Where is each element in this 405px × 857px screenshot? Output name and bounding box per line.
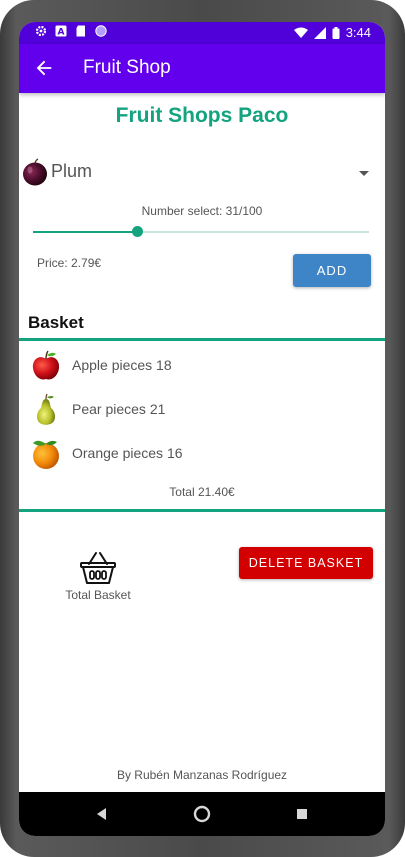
basket-list: Apple pieces 18 Pear pieces 21 Orange pi… xyxy=(19,344,385,476)
basket-item-text: Orange pieces 16 xyxy=(72,445,183,461)
fruit-spinner[interactable]: Plum xyxy=(19,156,385,190)
spinner-selected-label: Plum xyxy=(51,161,93,181)
list-item: Apple pieces 18 xyxy=(19,344,385,388)
basket-icon xyxy=(80,552,116,584)
gear-icon xyxy=(35,25,47,37)
navigation-bar xyxy=(19,792,385,836)
price-label: Price: 2.79€ xyxy=(37,256,102,270)
list-item: Pear pieces 21 xyxy=(19,388,385,432)
chevron-down-icon xyxy=(359,171,369,176)
signal-icon xyxy=(313,26,326,39)
orange-icon xyxy=(33,440,59,469)
total-basket-label: Total Basket xyxy=(65,588,131,602)
basket-item-text: Apple pieces 18 xyxy=(72,357,172,373)
list-item: Orange pieces 16 xyxy=(19,432,385,476)
app-bar-title: Fruit Shop xyxy=(83,57,171,78)
number-select-label: Number select: 31/100 xyxy=(141,204,263,218)
battery-icon xyxy=(332,26,340,39)
slider-fill xyxy=(33,231,138,233)
delete-basket-button[interactable]: DELETE BASKET xyxy=(239,547,373,579)
status-time: 3:44 xyxy=(345,25,371,40)
apple-icon xyxy=(32,350,60,380)
add-button[interactable]: ADD xyxy=(293,254,371,287)
basket-total: Total 21.40€ xyxy=(169,485,235,499)
app-bar: Fruit Shop xyxy=(19,44,385,93)
status-bar: A 3:44 xyxy=(19,22,385,44)
pear-icon xyxy=(37,393,55,425)
phone-screen: A 3:44 Fruit Shop Fruit Shops Paco Plum … xyxy=(19,22,385,836)
divider-bottom xyxy=(19,509,385,512)
nav-back-icon[interactable] xyxy=(92,804,112,824)
basket-heading: Basket xyxy=(28,313,84,332)
a-notification-icon: A xyxy=(55,25,67,37)
shop-title: Fruit Shops Paco xyxy=(115,104,289,127)
quantity-slider[interactable] xyxy=(33,225,369,239)
nav-recents-icon[interactable] xyxy=(292,804,312,824)
plum-icon xyxy=(23,158,47,186)
sd-card-icon xyxy=(76,25,85,37)
footer-credit: By Rubén Manzanas Rodríguez xyxy=(116,768,288,782)
svg-text:A: A xyxy=(58,28,65,38)
circle-app-icon xyxy=(95,25,107,37)
wifi-icon xyxy=(293,27,308,38)
divider-top xyxy=(19,338,385,341)
basket-item-text: Pear pieces 21 xyxy=(72,401,166,417)
arrow-back-icon[interactable] xyxy=(33,57,55,79)
total-basket-button[interactable]: Total Basket xyxy=(59,550,137,602)
nav-home-icon[interactable] xyxy=(192,804,212,824)
slider-thumb[interactable] xyxy=(132,226,144,237)
device-frame: A 3:44 Fruit Shop Fruit Shops Paco Plum … xyxy=(0,0,405,857)
